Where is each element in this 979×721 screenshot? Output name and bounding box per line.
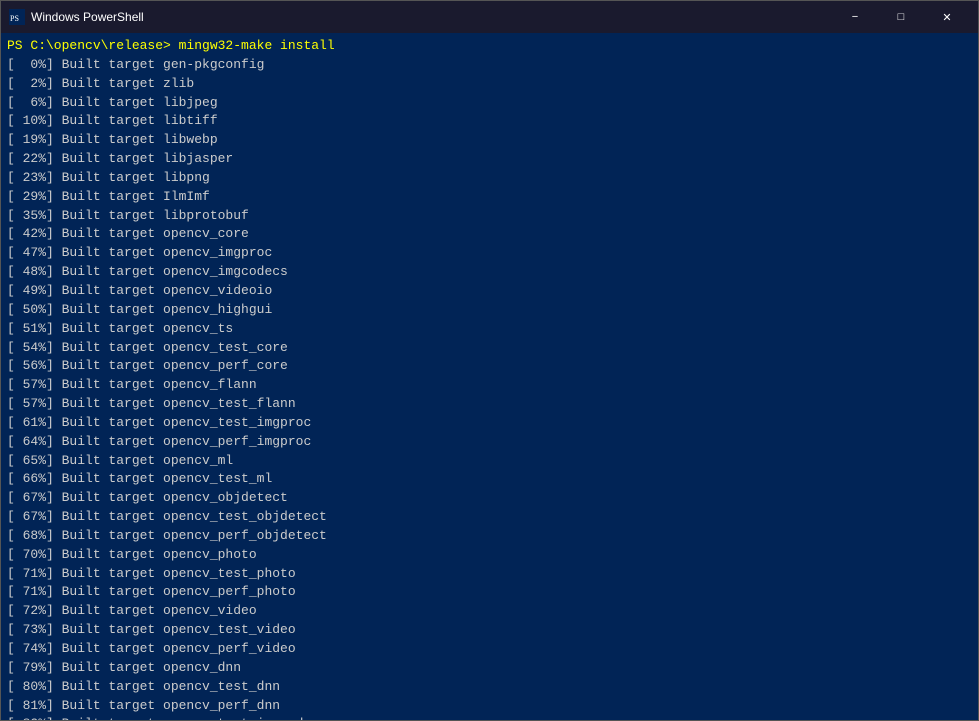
output-line: [ 81%] Built target opencv_perf_dnn [7,697,972,716]
output-line: [ 64%] Built target opencv_perf_imgproc [7,433,972,452]
output-line: [ 67%] Built target opencv_test_objdetec… [7,508,972,527]
window-controls: − □ ✕ [832,1,970,33]
output-line: [ 67%] Built target opencv_objdetect [7,489,972,508]
window-title: Windows PowerShell [31,10,826,24]
output-line: [ 79%] Built target opencv_dnn [7,659,972,678]
output-line: [ 6%] Built target libjpeg [7,94,972,113]
output-line: [ 57%] Built target opencv_test_flann [7,395,972,414]
output-line: [ 56%] Built target opencv_perf_core [7,357,972,376]
prompt-line: PS C:\opencv\release> mingw32-make insta… [7,37,972,56]
maximize-button[interactable]: □ [878,1,924,33]
output-line: [ 54%] Built target opencv_test_core [7,339,972,358]
output-line: [ 10%] Built target libtiff [7,112,972,131]
output-line: [ 19%] Built target libwebp [7,131,972,150]
output-line: [ 82%] Built target opencv_test_imgcodec… [7,715,972,720]
output-line: [ 47%] Built target opencv_imgproc [7,244,972,263]
output-line: [ 0%] Built target gen-pkgconfig [7,56,972,75]
output-line: [ 57%] Built target opencv_flann [7,376,972,395]
powershell-icon: PS [9,9,25,25]
output-line: [ 51%] Built target opencv_ts [7,320,972,339]
output-line: [ 22%] Built target libjasper [7,150,972,169]
output-line: [ 72%] Built target opencv_video [7,602,972,621]
output-line: [ 68%] Built target opencv_perf_objdetec… [7,527,972,546]
minimize-button[interactable]: − [832,1,878,33]
svg-text:PS: PS [10,14,19,23]
powershell-window: PS Windows PowerShell − □ ✕ PS C:\opencv… [0,0,979,721]
terminal-body[interactable]: PS C:\opencv\release> mingw32-make insta… [1,33,978,720]
output-line: [ 73%] Built target opencv_test_video [7,621,972,640]
output-line: [ 35%] Built target libprotobuf [7,207,972,226]
output-line: [ 48%] Built target opencv_imgcodecs [7,263,972,282]
output-line: [ 80%] Built target opencv_test_dnn [7,678,972,697]
output-line: [ 66%] Built target opencv_test_ml [7,470,972,489]
output-line: [ 42%] Built target opencv_core [7,225,972,244]
output-line: [ 71%] Built target opencv_test_photo [7,565,972,584]
output-line: [ 71%] Built target opencv_perf_photo [7,583,972,602]
output-line: [ 29%] Built target IlmImf [7,188,972,207]
output-line: [ 61%] Built target opencv_test_imgproc [7,414,972,433]
output-line: [ 23%] Built target libpng [7,169,972,188]
output-line: [ 74%] Built target opencv_perf_video [7,640,972,659]
title-bar: PS Windows PowerShell − □ ✕ [1,1,978,33]
close-button[interactable]: ✕ [924,1,970,33]
output-container: [ 0%] Built target gen-pkgconfig[ 2%] Bu… [7,56,972,720]
output-line: [ 49%] Built target opencv_videoio [7,282,972,301]
output-line: [ 70%] Built target opencv_photo [7,546,972,565]
output-line: [ 2%] Built target zlib [7,75,972,94]
output-line: [ 50%] Built target opencv_highgui [7,301,972,320]
output-line: [ 65%] Built target opencv_ml [7,452,972,471]
